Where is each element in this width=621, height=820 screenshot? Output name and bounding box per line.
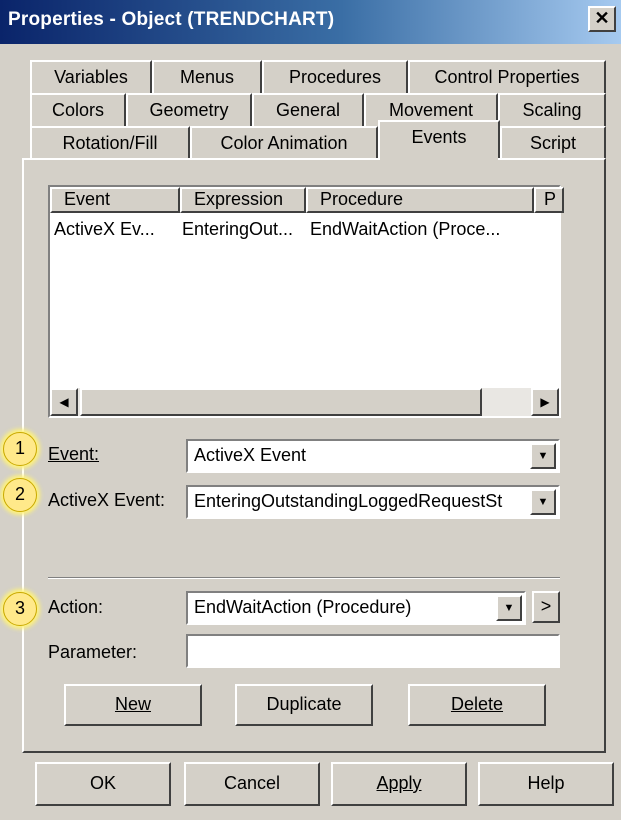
chevron-right-icon: > bbox=[540, 596, 552, 616]
action-dropdown[interactable]: EndWaitAction (Procedure) ▼ bbox=[186, 591, 526, 625]
events-listview[interactable]: Event Expression Procedure P ActiveX Ev.… bbox=[48, 185, 564, 418]
tab-events[interactable]: Events bbox=[378, 120, 500, 158]
column-header-event[interactable]: Event bbox=[50, 187, 180, 213]
action-browse-button[interactable]: > bbox=[532, 591, 560, 623]
help-button[interactable]: Help bbox=[478, 762, 614, 806]
tab-label: Variables bbox=[54, 67, 128, 87]
new-button[interactable]: New bbox=[64, 684, 202, 726]
apply-button[interactable]: Apply bbox=[331, 762, 467, 806]
chevron-down-icon: ▼ bbox=[537, 496, 549, 508]
new-button-label: New bbox=[114, 694, 151, 714]
tab-label: Color Animation bbox=[220, 133, 348, 153]
active-tab-join bbox=[380, 156, 498, 160]
callout-badge-1: 1 bbox=[3, 432, 37, 466]
callout-badge-2: 2 bbox=[3, 478, 37, 512]
tab-label: Scaling bbox=[522, 100, 582, 120]
tab-colors[interactable]: Colors bbox=[30, 93, 126, 127]
duplicate-button[interactable]: Duplicate bbox=[235, 684, 373, 726]
tab-label: Rotation/Fill bbox=[62, 133, 158, 153]
apply-button-label: Apply bbox=[376, 773, 422, 793]
chevron-down-icon: ▼ bbox=[537, 450, 549, 462]
cancel-button-label: Cancel bbox=[223, 773, 281, 793]
column-header-label: Expression bbox=[194, 189, 284, 209]
tab-general[interactable]: General bbox=[252, 93, 364, 127]
tab-label: Colors bbox=[51, 100, 104, 120]
cell-procedure: EndWaitAction (Proce... bbox=[310, 219, 501, 239]
window-title: Properties - Object (TRENDCHART) bbox=[8, 9, 335, 30]
scroll-left-button[interactable]: ◀ bbox=[50, 388, 78, 416]
parameter-field[interactable] bbox=[186, 634, 560, 668]
delete-button-label: Delete bbox=[450, 694, 504, 714]
arrow-left-icon: ◀ bbox=[59, 395, 69, 409]
arrow-right-icon: ▶ bbox=[540, 395, 550, 409]
event-dropdown[interactable]: ActiveX Event ▼ bbox=[186, 439, 560, 473]
horizontal-scrollbar[interactable]: ◀ ▶ bbox=[50, 388, 559, 416]
tab-procedures[interactable]: Procedures bbox=[262, 60, 408, 94]
tab-scaling[interactable]: Scaling bbox=[498, 93, 606, 127]
close-button[interactable]: ✕ bbox=[588, 6, 616, 32]
activex-event-dropdown-button[interactable]: ▼ bbox=[530, 489, 556, 515]
column-header-parameter[interactable]: P bbox=[534, 187, 564, 213]
tab-rotation-fill[interactable]: Rotation/Fill bbox=[30, 126, 190, 160]
tab-label: Geometry bbox=[149, 100, 229, 120]
scroll-thumb[interactable] bbox=[80, 388, 482, 416]
column-header-expression[interactable]: Expression bbox=[180, 187, 306, 213]
event-dropdown-button[interactable]: ▼ bbox=[530, 443, 556, 469]
scroll-right-button[interactable]: ▶ bbox=[531, 388, 559, 416]
action-dropdown-value: EndWaitAction (Procedure) bbox=[194, 597, 412, 617]
title-bar: Properties - Object (TRENDCHART) ✕ bbox=[0, 0, 621, 44]
activex-event-label: ActiveX Event: bbox=[48, 490, 166, 510]
column-header-procedure[interactable]: Procedure bbox=[306, 187, 534, 213]
chevron-down-icon: ▼ bbox=[503, 602, 515, 614]
activex-event-dropdown[interactable]: EnteringOutstandingLoggedRequestSt ▼ bbox=[186, 485, 560, 519]
tab-label: Events bbox=[411, 127, 467, 147]
parameter-label: Parameter: bbox=[48, 642, 138, 662]
column-header-label: Procedure bbox=[320, 189, 404, 209]
tab-label: Movement bbox=[388, 100, 474, 120]
cell-expression: EnteringOut... bbox=[182, 219, 294, 239]
event-label-text: Event: bbox=[48, 444, 100, 464]
cancel-button[interactable]: Cancel bbox=[184, 762, 320, 806]
tab-label: Control Properties bbox=[434, 67, 580, 87]
column-header-label: P bbox=[544, 189, 557, 209]
cell-event: ActiveX Ev... bbox=[54, 219, 155, 239]
duplicate-button-label: Duplicate bbox=[266, 694, 342, 714]
tab-menus[interactable]: Menus bbox=[152, 60, 262, 94]
event-label: Event: bbox=[48, 444, 99, 465]
action-label: Action: bbox=[48, 597, 104, 617]
delete-button[interactable]: Delete bbox=[408, 684, 546, 726]
tab-script[interactable]: Script bbox=[500, 126, 606, 160]
tab-variables[interactable]: Variables bbox=[30, 60, 152, 94]
callout-badge-3: 3 bbox=[3, 592, 37, 626]
tab-label: General bbox=[275, 100, 341, 120]
ok-button[interactable]: OK bbox=[35, 762, 171, 806]
event-dropdown-value: ActiveX Event bbox=[194, 445, 307, 465]
activex-event-dropdown-value: EnteringOutstandingLoggedRequestSt bbox=[194, 491, 503, 511]
tab-label: Procedures bbox=[288, 67, 382, 87]
tab-geometry[interactable]: Geometry bbox=[126, 93, 252, 127]
tab-control-properties[interactable]: Control Properties bbox=[408, 60, 606, 94]
help-button-label: Help bbox=[527, 773, 565, 793]
tab-label: Menus bbox=[179, 67, 235, 87]
ok-button-label: OK bbox=[89, 773, 116, 793]
action-dropdown-button[interactable]: ▼ bbox=[496, 595, 522, 621]
tab-color-animation[interactable]: Color Animation bbox=[190, 126, 378, 160]
column-header-label: Event bbox=[64, 189, 111, 209]
separator bbox=[48, 577, 560, 579]
tab-label: Script bbox=[529, 133, 576, 153]
close-icon: ✕ bbox=[594, 8, 610, 28]
